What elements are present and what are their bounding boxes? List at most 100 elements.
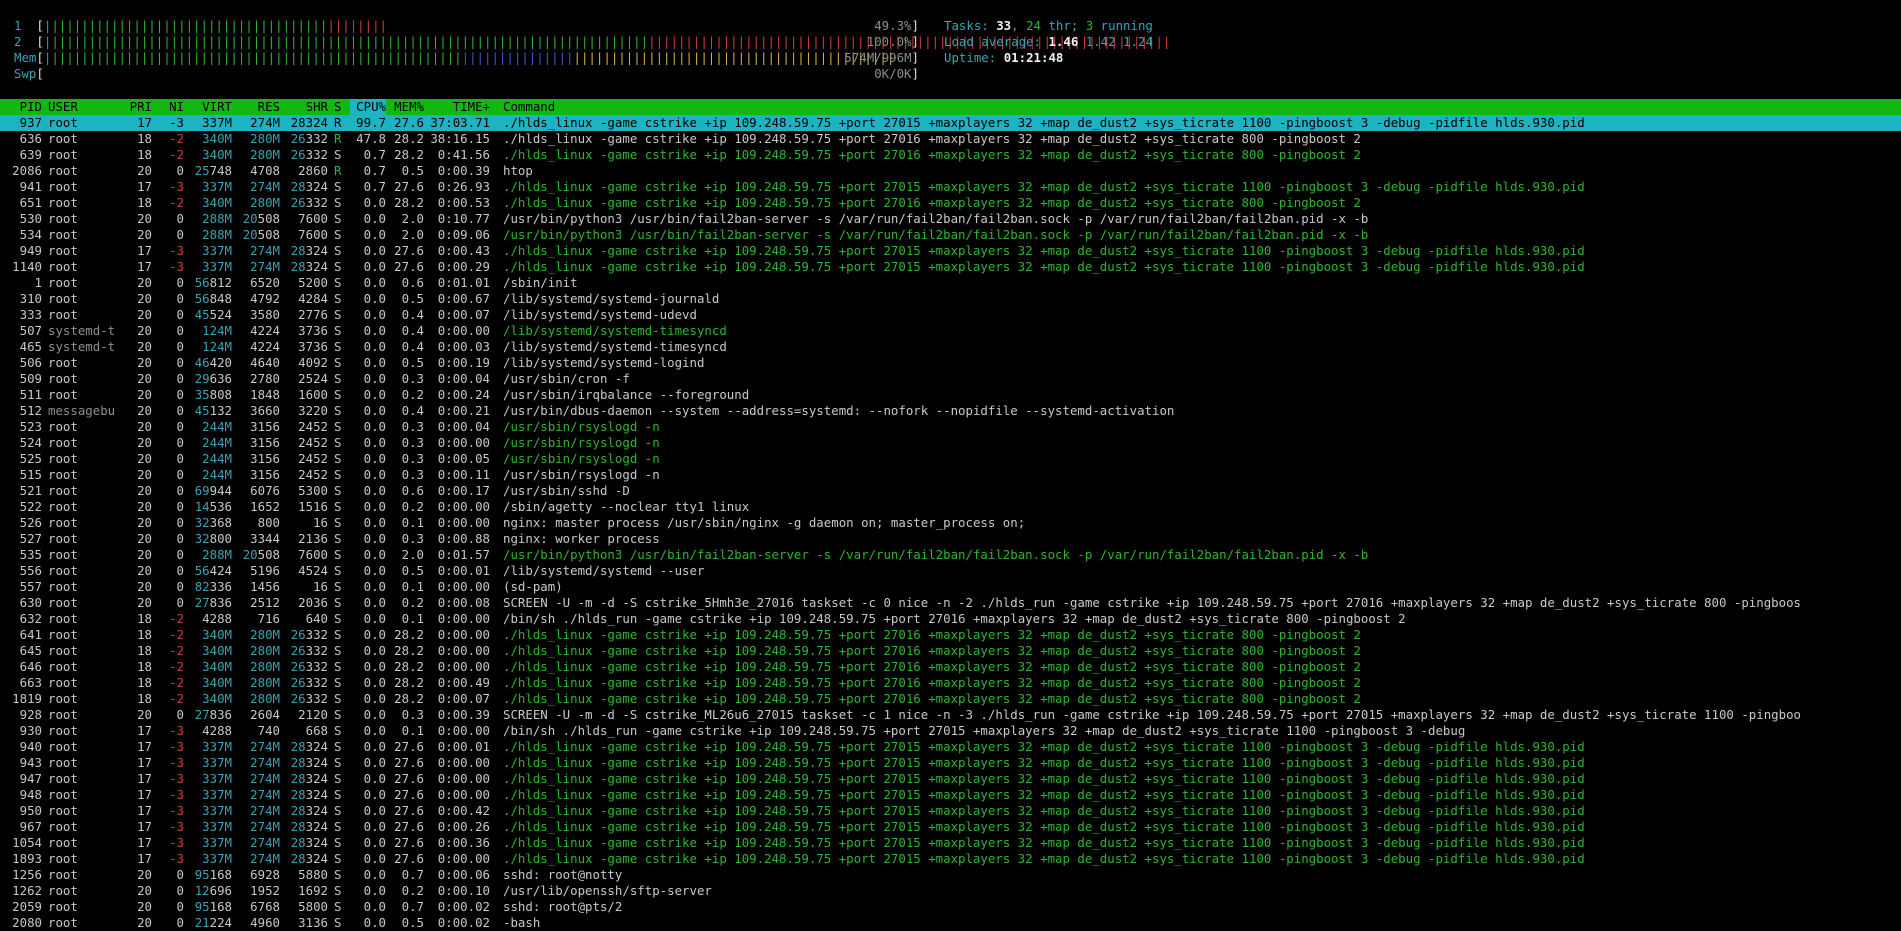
process-row[interactable]: 2080 root 20 0 21224 4960 3136 S 0.0 0.5 0:00.02 -b… bbox=[0, 915, 1901, 931]
process-row[interactable]: 1262 root 20 0 12696 1952 1692 S 0.0 0.2 0:00.10/u… bbox=[0, 883, 1901, 899]
cell-time: 0:00.00 bbox=[437, 611, 490, 626]
process-row[interactable]: 1893 root 17 -3 337M 274M 28324 S 0.0 27.6 0:00.00… bbox=[0, 851, 1901, 867]
process-row[interactable]: 1054 root 17 -3 337M 274M 28324 S 0.0 27.6 0:00.36… bbox=[0, 835, 1901, 851]
cell-time: 0:26.93 bbox=[437, 179, 490, 194]
column-header-cpu[interactable]: CPU% bbox=[350, 99, 386, 115]
process-row[interactable]: 645 root 18 -2 340M 280M 26332 S 0.0 28.2 0:00.00.… bbox=[0, 643, 1901, 659]
cell-res: 6768 bbox=[250, 899, 280, 914]
cell-pri: 20 bbox=[137, 323, 152, 338]
process-row[interactable]: 523 root 20 0 244M 3156 2452 S 0.0 0.3 0:00.04/usr… bbox=[0, 419, 1901, 435]
column-header-cmd[interactable]: Command bbox=[503, 99, 1901, 115]
cell-virt: 340M bbox=[202, 691, 232, 706]
process-row[interactable]: 507 systemd-t 20 0 124M 4224 3736 S 0.0 0.4 0:00.0… bbox=[0, 323, 1901, 339]
process-row[interactable]: 950 root 17 -3 337M 274M 28324 S 0.0 27.6 0:00.42.… bbox=[0, 803, 1901, 819]
process-row[interactable]: 522 root 20 0 14536 1652 1516 S 0.0 0.2 0:00.00/sb… bbox=[0, 499, 1901, 515]
process-row[interactable]: 527 root 20 0 32800 3344 2136 S 0.0 0.3 0:00.88 ngi… bbox=[0, 531, 1901, 547]
process-row[interactable]: 310 root 20 0 56848 4792 4284 S 0.0 0.5 0:00.67/li… bbox=[0, 291, 1901, 307]
process-row[interactable]: 506 root 20 0 46420 4640 4092 S 0.0 0.5 0:00.19/li… bbox=[0, 355, 1901, 371]
cell-mem: 0.3 bbox=[401, 467, 424, 482]
process-row[interactable]: 967 root 17 -3 337M 274M 28324 S 0.0 27.6 0:00.26.… bbox=[0, 819, 1901, 835]
cell-mem: 0.7 bbox=[401, 899, 424, 914]
process-row[interactable]: 930 root 17 -3 4288 740 668 S 0.0 0.1 0:00.00/bin/… bbox=[0, 723, 1901, 739]
cell-cpu: 0.0 bbox=[363, 483, 386, 498]
process-row[interactable]: 521 root 20 0 69944 6076 5300 S 0.0 0.6 0:00.17/us… bbox=[0, 483, 1901, 499]
cell-pri: 20 bbox=[137, 899, 152, 914]
cell-cpu: 0.0 bbox=[363, 819, 386, 834]
process-row[interactable]: 928 root 20 0 27836 2604 2120 S 0.0 0.3 0:00.39 SCR… bbox=[0, 707, 1901, 723]
process-row[interactable]: 557 root 20 0 82336 1456 16 S 0.0 0.1 0:00.00 (sd-p… bbox=[0, 579, 1901, 595]
cell-cpu: 0.0 bbox=[363, 915, 386, 930]
cell-user: root bbox=[48, 867, 78, 882]
cell-ni: 0 bbox=[176, 531, 184, 546]
process-row[interactable]: 511 root 20 0 35808 1848 1600 S 0.0 0.2 0:00.24/us… bbox=[0, 387, 1901, 403]
cell-pri: 20 bbox=[137, 275, 152, 290]
process-row[interactable]: 1256 root 20 0 95168 6928 5880 S 0.0 0.7 0:00.06 ss… bbox=[0, 867, 1901, 883]
process-row[interactable]: 1 root 20 0 56812 6520 5200 S 0.0 0.6 0:01.01/sbin… bbox=[0, 275, 1901, 291]
column-header-res[interactable]: RES bbox=[238, 99, 280, 115]
cell-mem: 0.5 bbox=[401, 291, 424, 306]
process-row[interactable]: 534 root 20 0 288M 20508 7600 S 0.0 2.0 0:09.06/us… bbox=[0, 227, 1901, 243]
cell-cmd: /usr/sbin/irqbalance --foreground bbox=[503, 387, 750, 402]
process-row[interactable]: 515 root 20 0 244M 3156 2452 S 0.0 0.3 0:00.11/usr… bbox=[0, 467, 1901, 483]
cell-cpu: 0.0 bbox=[363, 243, 386, 258]
process-row[interactable]: 535 root 20 0 288M 20508 7600 S 0.0 2.0 0:01.57/us… bbox=[0, 547, 1901, 563]
process-row[interactable]: 333 root 20 0 45524 3580 2776 S 0.0 0.4 0:00.07/li… bbox=[0, 307, 1901, 323]
column-header-user[interactable]: USER bbox=[48, 99, 118, 115]
process-row[interactable]: 937 root 17 -3 337M 274M 28324 R 99.7 27.6 37:03.7… bbox=[0, 115, 1901, 131]
cell-virt: 340M bbox=[202, 627, 232, 642]
cell-user: root bbox=[48, 611, 78, 626]
process-table-header[interactable]: PID USER PRI NI VIRT RES SHR S CPU% MEM% TIME+ Comm… bbox=[0, 99, 1901, 115]
process-row[interactable]: 2086 root 20 0 25748 4708 2860 R 0.7 0.5 0:00.39 ht… bbox=[0, 163, 1901, 179]
process-row[interactable]: 632 root 18 -2 4288 716 640 S 0.0 0.1 0:00.00/bin/… bbox=[0, 611, 1901, 627]
process-row[interactable]: 630 root 20 0 27836 2512 2036 S 0.0 0.2 0:00.08 SCR… bbox=[0, 595, 1901, 611]
process-row[interactable]: 556 root 20 0 56424 5196 4524 S 0.0 0.5 0:00.01/li… bbox=[0, 563, 1901, 579]
column-header-mem[interactable]: MEM% bbox=[392, 99, 424, 115]
process-row[interactable]: 526 root 20 0 32368 800 16 S 0.0 0.1 0:00.00 nginx:… bbox=[0, 515, 1901, 531]
process-row[interactable]: 941 root 17 -3 337M 274M 28324 S 0.7 27.6 0:26.93.… bbox=[0, 179, 1901, 195]
process-row[interactable]: 636 root 18 -2 340M 280M 26332 R 47.8 28.2 38:16.1… bbox=[0, 131, 1901, 147]
cell-pri: 20 bbox=[137, 915, 152, 930]
process-row[interactable]: 641 root 18 -2 340M 280M 26332 S 0.0 28.2 0:00.00.… bbox=[0, 627, 1901, 643]
meter-value: 574M/996M] bbox=[844, 50, 919, 65]
column-header-pri[interactable]: PRI bbox=[124, 99, 152, 115]
column-header-time[interactable]: TIME+ bbox=[430, 99, 490, 115]
cell-mem: 0.3 bbox=[401, 531, 424, 546]
cell-time: 0:00.08 bbox=[437, 595, 490, 610]
process-row[interactable]: 512 messagebu 20 0 45132 3660 3220 S 0.0 0.4 0:00.… bbox=[0, 403, 1901, 419]
cell-pri: 20 bbox=[137, 291, 152, 306]
column-header-s[interactable]: S bbox=[334, 99, 344, 115]
cell-ni: -2 bbox=[169, 611, 184, 626]
process-row[interactable]: 663 root 18 -2 340M 280M 26332 S 0.0 28.2 0:00.49.… bbox=[0, 675, 1901, 691]
cell-cpu: 0.0 bbox=[363, 259, 386, 274]
cell-s: S bbox=[334, 387, 342, 402]
column-header-pid[interactable]: PID bbox=[2, 99, 42, 115]
process-row[interactable]: 465 systemd-t 20 0 124M 4224 3736 S 0.0 0.4 0:00.0… bbox=[0, 339, 1901, 355]
cell-ni: -3 bbox=[169, 259, 184, 274]
cell-res: 280M bbox=[250, 659, 280, 674]
column-header-ni[interactable]: NI bbox=[158, 99, 184, 115]
cell-pri: 20 bbox=[137, 227, 152, 242]
cell-pid: 465 bbox=[19, 339, 42, 354]
process-row[interactable]: 524 root 20 0 244M 3156 2452 S 0.0 0.3 0:00.00/usr… bbox=[0, 435, 1901, 451]
cell-user: root bbox=[48, 291, 78, 306]
process-row[interactable]: 1819 root 18 -2 340M 280M 26332 S 0.0 28.2 0:00.07… bbox=[0, 691, 1901, 707]
process-row[interactable]: 2059 root 20 0 95168 6768 5800 S 0.0 0.7 0:00.02 ss… bbox=[0, 899, 1901, 915]
column-header-virt[interactable]: VIRT bbox=[190, 99, 232, 115]
process-row[interactable]: 651 root 18 -2 340M 280M 26332 S 0.0 28.2 0:00.53.… bbox=[0, 195, 1901, 211]
cell-res: 274M bbox=[250, 115, 280, 130]
process-row[interactable]: 646 root 18 -2 340M 280M 26332 S 0.0 28.2 0:00.00.… bbox=[0, 659, 1901, 675]
process-row[interactable]: 509 root 20 0 29636 2780 2524 S 0.0 0.3 0:00.04/us… bbox=[0, 371, 1901, 387]
cell-ni: -3 bbox=[169, 819, 184, 834]
process-row[interactable]: 525 root 20 0 244M 3156 2452 S 0.0 0.3 0:00.05/usr… bbox=[0, 451, 1901, 467]
process-row[interactable]: 530 root 20 0 288M 20508 7600 S 0.0 2.0 0:10.77/us… bbox=[0, 211, 1901, 227]
process-row[interactable]: 940 root 17 -3 337M 274M 28324 S 0.0 27.6 0:00.01.… bbox=[0, 739, 1901, 755]
column-header-shr[interactable]: SHR bbox=[286, 99, 328, 115]
process-row[interactable]: 949 root 17 -3 337M 274M 28324 S 0.0 27.6 0:00.43.… bbox=[0, 243, 1901, 259]
process-row[interactable]: 948 root 17 -3 337M 274M 28324 S 0.0 27.6 0:00.00.… bbox=[0, 787, 1901, 803]
process-row[interactable]: 639 root 18 -2 340M 280M 26332 S 0.7 28.2 0:41.56.… bbox=[0, 147, 1901, 163]
cell-res: 274M bbox=[250, 803, 280, 818]
process-row[interactable]: 1140 root 17 -3 337M 274M 28324 S 0.0 27.6 0:00.29… bbox=[0, 259, 1901, 275]
process-row[interactable]: 943 root 17 -3 337M 274M 28324 S 0.0 27.6 0:00.00.… bbox=[0, 755, 1901, 771]
process-row[interactable]: 947 root 17 -3 337M 274M 28324 S 0.0 27.6 0:00.00.… bbox=[0, 771, 1901, 787]
cell-cpu: 0.0 bbox=[363, 291, 386, 306]
